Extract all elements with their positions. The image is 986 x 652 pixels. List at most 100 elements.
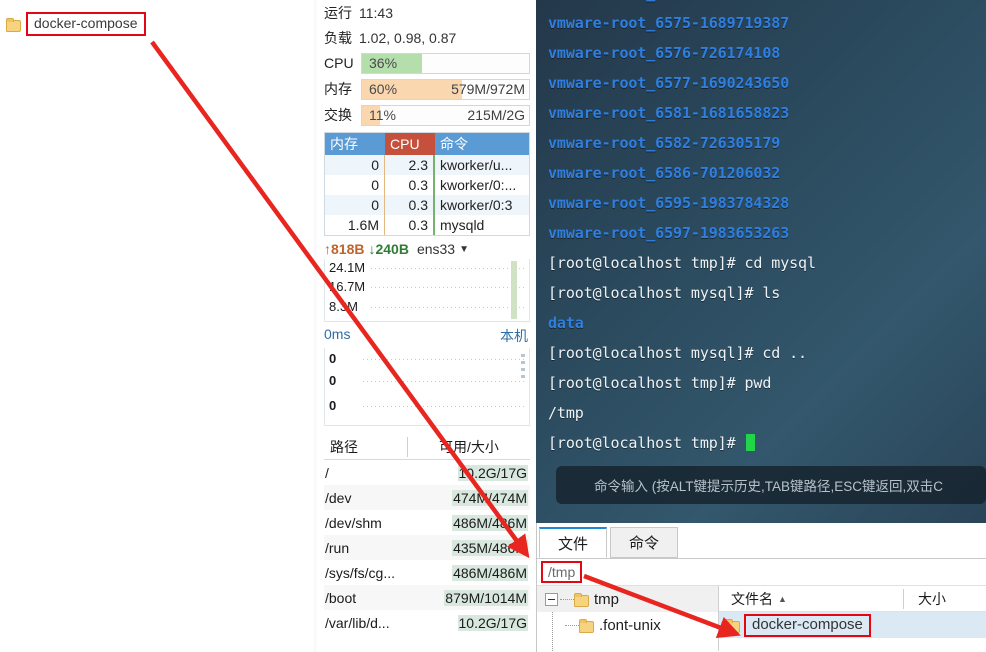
- disk-cell-size: 10.2G/17G: [457, 614, 528, 631]
- file-name-cell[interactable]: docker-compose: [719, 613, 904, 637]
- disk-row[interactable]: /run 435M/486M: [324, 535, 530, 560]
- ping-axis-label-2: 0: [329, 398, 337, 413]
- file-browser-panel: 文件 命令 /tmp tmp .font-unix 文件名 ▲ 大小 docker-…: [536, 523, 986, 652]
- disk-col-path[interactable]: 路径: [324, 436, 408, 457]
- annotation-chip-label: docker-compose: [26, 12, 146, 36]
- process-cell-cmd: kworker/0:...: [440, 177, 517, 193]
- network-interface: ens33: [416, 241, 456, 257]
- cpu-percent: 36%: [369, 54, 398, 71]
- ping-target[interactable]: 本机: [500, 326, 528, 346]
- tree-node[interactable]: tmp: [537, 586, 718, 612]
- tree-guide: [560, 598, 574, 600]
- load-label: 负载: [324, 29, 352, 46]
- folder-icon: [574, 593, 589, 607]
- file-panel-tabs: 文件 命令: [537, 523, 986, 559]
- ping-graph: 0 0 0: [324, 348, 530, 426]
- terminal-line: vmware-root_6575-1689719387: [548, 14, 790, 32]
- disk-cell-size: 435M/486M: [452, 539, 528, 556]
- file-col-size[interactable]: 大小: [904, 589, 986, 609]
- terminal-cursor: [746, 434, 756, 451]
- process-table-body: 0 2.3 kworker/u... 0 0.3 kworker/0:... 0 0.3 kwo…: [325, 155, 529, 235]
- terminal-panel[interactable]: vmware-root_6574-1681658822 vmware-root_6…: [536, 0, 986, 523]
- process-col-cmd[interactable]: 命令: [435, 133, 529, 155]
- process-col-mem[interactable]: 内存: [325, 133, 385, 155]
- terminal-line: /tmp: [548, 404, 584, 422]
- process-cell-cmd: kworker/0:3: [440, 197, 513, 213]
- network-upload: ↑818B: [324, 241, 365, 257]
- disk-row[interactable]: /dev 474M/474M: [324, 485, 530, 510]
- disk-cell-size: 486M/486M: [452, 514, 528, 531]
- ping-gridline-2: [363, 406, 525, 407]
- network-download: ↓240B: [368, 241, 409, 257]
- terminal-line: vmware-root_6574-1681658822: [536, 0, 986, 8]
- disk-row[interactable]: / 10.2G/17G: [324, 460, 530, 485]
- disk-row[interactable]: /dev/shm 486M/486M: [324, 510, 530, 535]
- process-row[interactable]: 0 2.3 kworker/u...: [325, 155, 529, 175]
- process-col-cpu[interactable]: CPU: [385, 133, 435, 155]
- process-cell-mem: 0: [325, 155, 385, 175]
- terminal-line: [root@localhost mysql]# ls: [548, 284, 781, 302]
- terminal-line: [root@localhost tmp]# cd mysql: [548, 254, 816, 272]
- ping-header: 0ms 本机: [318, 322, 536, 348]
- terminal-line: [root@localhost tmp]#: [536, 428, 986, 458]
- file-row[interactable]: docker-compose: [719, 612, 986, 638]
- disk-table-body: / 10.2G/17G/dev 474M/474M/dev/shm 486M/486M…: [324, 460, 530, 635]
- disk-cell-path: /dev: [325, 489, 352, 506]
- path-bar[interactable]: /tmp: [537, 559, 986, 585]
- annotation-chip-docker-compose: docker-compose: [6, 12, 146, 36]
- disk-cell-path: /run: [325, 539, 350, 556]
- process-cell-mem: 0: [325, 195, 385, 215]
- tab-commands[interactable]: 命令: [610, 527, 679, 558]
- chevron-down-icon[interactable]: ▼: [459, 244, 469, 255]
- network-gridline-2: [371, 307, 525, 308]
- tab-files[interactable]: 文件: [539, 527, 608, 558]
- terminal-line: vmware-root_6597-1983653263: [548, 224, 790, 242]
- ping-axis-label-0: 0: [329, 351, 337, 366]
- disk-row[interactable]: /boot 879M/1014M: [324, 585, 530, 610]
- swap-bar: 11% 215M/2G: [361, 104, 530, 126]
- ping-axis-label-1: 0: [329, 373, 337, 388]
- memory-detail: 579M/972M: [451, 80, 525, 97]
- command-input-placeholder: 命令输入 (按ALT键提示历史,TAB键路径,ESC键返回,双击C: [594, 479, 944, 494]
- disk-col-size[interactable]: 可用/大小: [408, 437, 530, 457]
- process-row[interactable]: 1.6M 0.3 mysqld: [325, 215, 529, 235]
- tree-node-label: .font-unix: [599, 616, 661, 634]
- network-gridline-1: [371, 287, 525, 288]
- disk-row[interactable]: /var/lib/d... 10.2G/17G: [324, 610, 530, 635]
- disk-cell-path: /boot: [325, 589, 357, 606]
- disk-cell-path: /var/lib/d...: [325, 614, 390, 631]
- terminal-line: [root@localhost tmp]# pwd: [548, 374, 772, 392]
- command-input[interactable]: 命令输入 (按ALT键提示历史,TAB键路径,ESC键返回,双击C: [556, 466, 986, 504]
- file-list-header: 文件名 ▲ 大小: [719, 586, 986, 612]
- process-cell-cmd: mysqld: [440, 217, 485, 233]
- tree-collapse-icon[interactable]: [545, 592, 558, 606]
- process-table-header: 内存 CPU 命令: [325, 133, 529, 155]
- memory-bar: 60% 579M/972M: [361, 78, 530, 100]
- network-axis-label-2: 8.3M: [329, 299, 358, 314]
- disk-cell-size: 10.2G/17G: [457, 464, 528, 481]
- left-blank-area: [0, 0, 318, 652]
- network-axis-label-0: 24.1M: [329, 260, 366, 275]
- disk-cell-size: 879M/1014M: [444, 589, 528, 606]
- memory-label: 内存: [324, 81, 352, 97]
- folder-icon: [6, 18, 21, 32]
- path-value[interactable]: /tmp: [541, 561, 583, 583]
- disk-cell-path: /dev/shm: [325, 514, 382, 531]
- process-row[interactable]: 0 0.3 kworker/0:...: [325, 175, 529, 195]
- uptime-label: 运行: [324, 4, 352, 21]
- terminal-line: vmware-root_6576-726174108: [548, 44, 781, 62]
- network-graph: 24.1M 16.7M 8.3M: [324, 259, 530, 322]
- terminal-line: [root@localhost mysql]# cd ..: [548, 344, 807, 362]
- terminal-line: vmware-root_6582-726305179: [548, 134, 781, 152]
- process-table: 内存 CPU 命令 0 2.3 kworker/u... 0 0.3 kworker/0:…: [324, 132, 530, 236]
- network-gridline-0: [371, 268, 525, 269]
- process-row[interactable]: 0 0.3 kworker/0:3: [325, 195, 529, 215]
- uptime-row: 运行 11:43: [318, 0, 536, 25]
- disk-table: 路径 可用/大小 / 10.2G/17G/dev 474M/474M/dev/shm…: [324, 434, 530, 635]
- directory-tree: tmp .font-unix: [537, 586, 719, 651]
- disk-table-header: 路径 可用/大小: [324, 434, 530, 460]
- disk-row[interactable]: /sys/fs/cg... 486M/486M: [324, 560, 530, 585]
- tree-node[interactable]: .font-unix: [537, 612, 718, 638]
- file-browser: tmp .font-unix 文件名 ▲ 大小 docker-compose: [537, 585, 986, 651]
- file-col-name[interactable]: 文件名 ▲: [719, 588, 904, 609]
